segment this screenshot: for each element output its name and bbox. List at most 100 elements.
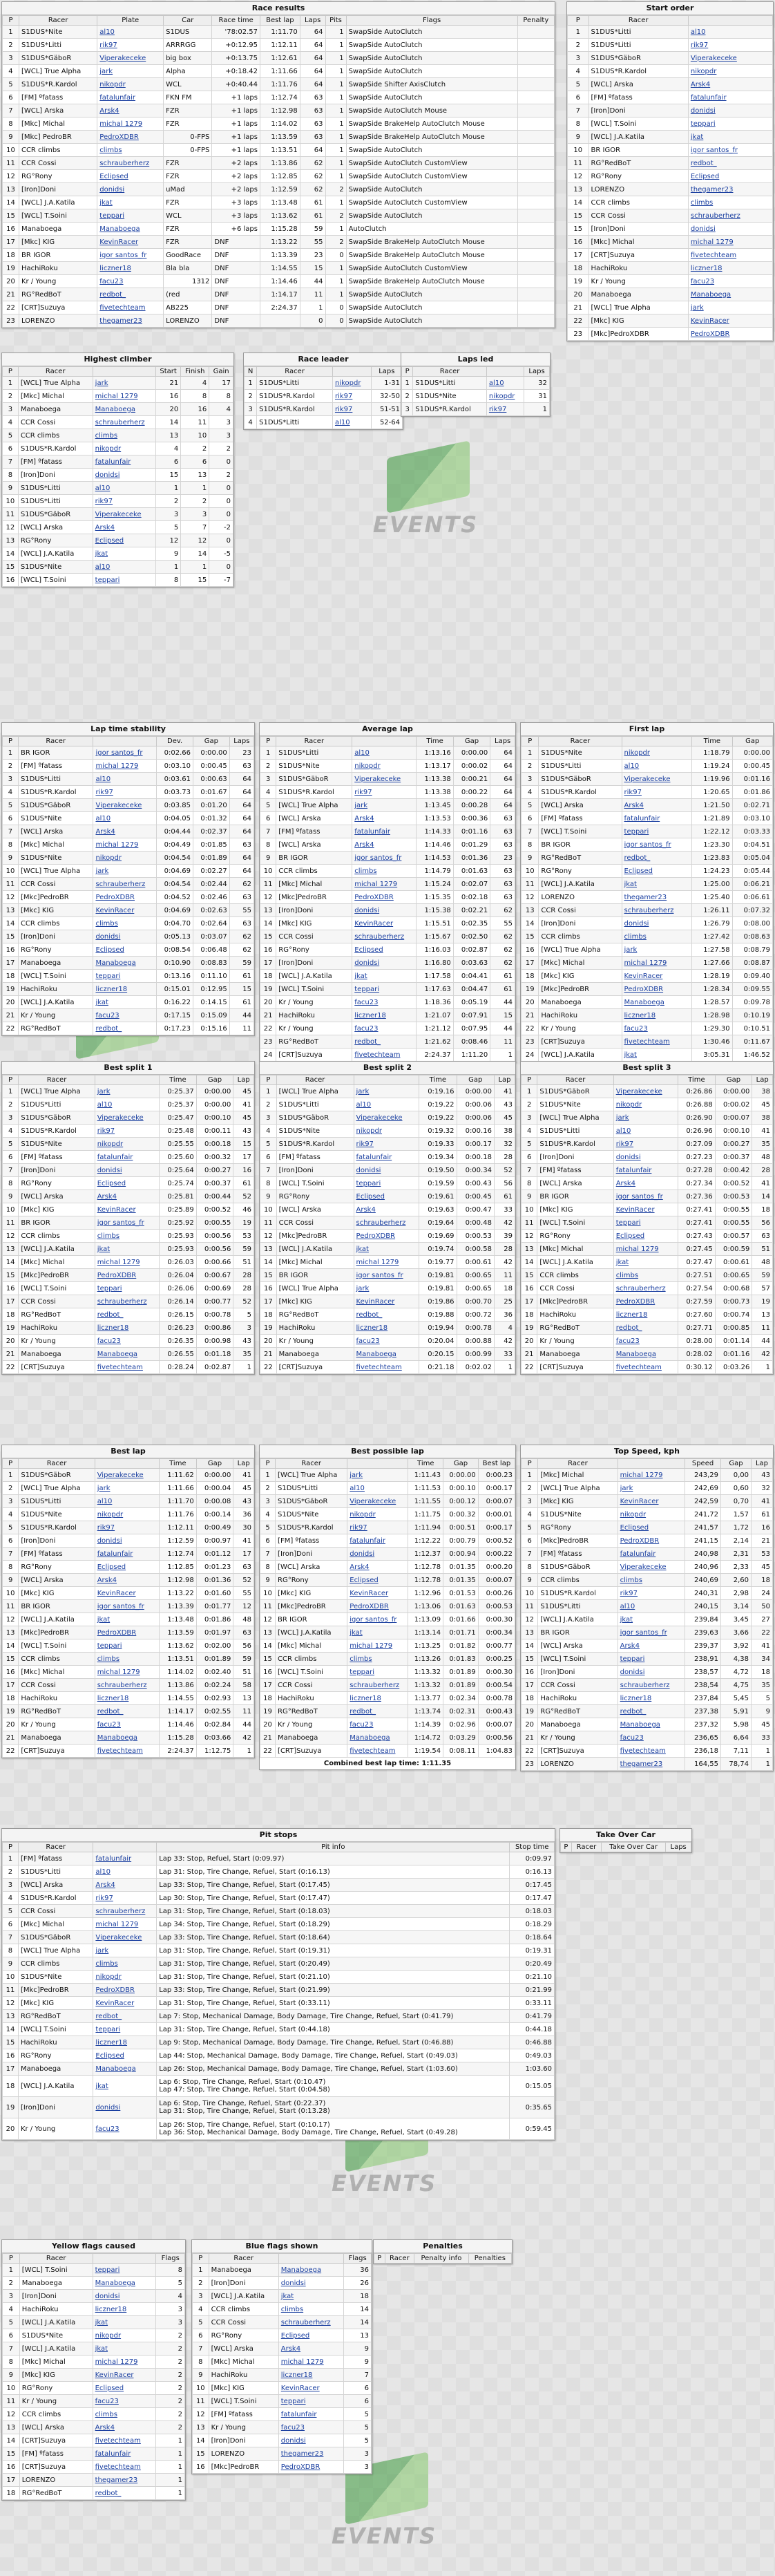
player-link[interactable]: climbs: [92, 2407, 157, 2421]
player-link[interactable]: jkat: [278, 2289, 345, 2303]
player-link[interactable]: KevinRacer: [93, 1996, 157, 2010]
player-link[interactable]: KevinRacer: [94, 1203, 160, 1216]
player-link[interactable]: facu23: [94, 1334, 160, 1348]
player-link[interactable]: nikopdr: [93, 1970, 157, 1984]
player-link[interactable]: fatalunfair: [92, 455, 156, 469]
player-link[interactable]: KevinRacer: [687, 314, 774, 328]
player-link[interactable]: PedroXDBR: [613, 1295, 679, 1308]
player-link[interactable]: climbs: [93, 916, 157, 930]
player-link[interactable]: fatalunfair: [93, 1852, 157, 1865]
player-link[interactable]: schrauberherz: [617, 1678, 686, 1692]
player-link[interactable]: facu23: [94, 1718, 160, 1731]
player-link[interactable]: al10: [92, 481, 156, 495]
player-link[interactable]: rik97: [94, 1124, 160, 1138]
player-link[interactable]: Viperakeceke: [352, 772, 417, 786]
player-link[interactable]: teppari: [92, 2263, 157, 2277]
player-link[interactable]: al10: [92, 560, 156, 574]
player-link[interactable]: Eclipsed: [613, 1229, 679, 1243]
player-link[interactable]: donidsi: [353, 1163, 420, 1177]
player-link[interactable]: schrauberherz: [93, 1904, 157, 1918]
player-link[interactable]: nikopdr: [353, 1124, 420, 1138]
player-link[interactable]: Eclipsed: [92, 2381, 157, 2395]
player-link[interactable]: teppari: [278, 2394, 345, 2408]
player-link[interactable]: schrauberherz: [93, 877, 157, 891]
player-link[interactable]: donidsi: [93, 2096, 157, 2118]
player-link[interactable]: redbot_: [94, 1308, 160, 1322]
player-link[interactable]: teppari: [352, 982, 417, 996]
player-link[interactable]: redbot_: [94, 1704, 160, 1718]
player-link[interactable]: Eclipsed: [621, 864, 693, 878]
player-link[interactable]: redbot_: [617, 1704, 686, 1718]
player-link[interactable]: jark: [613, 1111, 679, 1125]
player-link[interactable]: KevinRacer: [92, 2368, 157, 2382]
player-link[interactable]: jark: [93, 864, 157, 878]
player-link[interactable]: jkat: [687, 130, 774, 144]
player-link[interactable]: nikopdr: [352, 759, 417, 773]
player-link[interactable]: nikopdr: [97, 77, 164, 91]
player-link[interactable]: Arsk4: [347, 1560, 409, 1574]
player-link[interactable]: jkat: [92, 2342, 157, 2356]
player-link[interactable]: fivetechteam: [617, 1744, 686, 1758]
player-link[interactable]: fatalunfair: [94, 1547, 160, 1561]
player-link[interactable]: Eclipsed: [93, 943, 157, 957]
player-link[interactable]: fatalunfair: [94, 1150, 160, 1164]
player-link[interactable]: Arsk4: [97, 104, 164, 117]
player-link[interactable]: donidsi: [92, 2289, 157, 2303]
player-link[interactable]: al10: [93, 772, 157, 786]
player-link[interactable]: thegamer23: [621, 890, 693, 904]
player-link[interactable]: Arsk4: [278, 2342, 345, 2356]
player-link[interactable]: Manaboega: [92, 2276, 157, 2290]
player-link[interactable]: fatalunfair: [347, 1534, 409, 1548]
player-link[interactable]: Arsk4: [352, 838, 417, 852]
player-link[interactable]: igor santos_fr: [621, 838, 693, 852]
player-link[interactable]: PedroXDBR: [352, 890, 417, 904]
player-link[interactable]: Arsk4: [621, 798, 693, 812]
player-link[interactable]: Manaboega: [93, 2062, 157, 2076]
player-link[interactable]: fivetechteam: [97, 301, 164, 314]
player-link[interactable]: facu23: [352, 995, 417, 1009]
player-link[interactable]: al10: [353, 1098, 420, 1111]
player-link[interactable]: fivetechteam: [94, 1744, 160, 1758]
player-link[interactable]: jkat: [613, 1255, 679, 1269]
player-link[interactable]: nikopdr: [94, 1137, 160, 1151]
player-link[interactable]: liczner18: [617, 1691, 686, 1705]
player-link[interactable]: teppari: [621, 825, 693, 838]
player-link[interactable]: fivetechteam: [353, 1360, 420, 1374]
player-link[interactable]: michal 1279: [278, 2355, 345, 2369]
player-link[interactable]: nikopdr: [93, 851, 157, 865]
player-link[interactable]: Manaboega: [617, 1718, 686, 1731]
player-link[interactable]: donidsi: [278, 2276, 345, 2290]
player-link[interactable]: fivetechteam: [92, 2460, 157, 2474]
player-link[interactable]: Manaboega: [92, 402, 156, 416]
player-link[interactable]: Viperakeceke: [621, 772, 693, 786]
player-link[interactable]: facu23: [353, 1334, 420, 1348]
player-link[interactable]: redbot_: [93, 2009, 157, 2023]
player-link[interactable]: KevinRacer: [97, 235, 164, 249]
player-link[interactable]: michal 1279: [97, 117, 164, 131]
player-link[interactable]: climbs: [278, 2302, 345, 2316]
player-link[interactable]: nikopdr: [687, 64, 774, 78]
player-link[interactable]: fatalunfair: [352, 825, 417, 838]
player-link[interactable]: liczner18: [278, 2368, 345, 2382]
player-link[interactable]: schrauberherz: [97, 156, 164, 170]
player-link[interactable]: fivetechteam: [92, 2434, 157, 2447]
player-link[interactable]: igor santos_fr: [347, 1613, 409, 1626]
player-link[interactable]: fatalunfair: [278, 2407, 345, 2421]
player-link[interactable]: Viperakeceke: [617, 1560, 686, 1574]
player-link[interactable]: al10: [332, 415, 372, 429]
player-link[interactable]: liczner18: [93, 2036, 157, 2049]
player-link[interactable]: facu23: [687, 274, 774, 288]
player-link[interactable]: Eclipsed: [92, 534, 156, 547]
player-link[interactable]: rik97: [332, 389, 372, 403]
player-link[interactable]: donidsi: [352, 903, 417, 917]
player-link[interactable]: climbs: [97, 143, 164, 157]
player-link[interactable]: rik97: [352, 785, 417, 799]
player-link[interactable]: liczner18: [621, 1008, 693, 1022]
player-link[interactable]: al10: [93, 1865, 157, 1879]
player-link[interactable]: al10: [486, 376, 525, 390]
player-link[interactable]: climbs: [352, 864, 417, 878]
player-link[interactable]: jkat: [94, 1613, 160, 1626]
player-link[interactable]: jark: [353, 1084, 420, 1098]
player-link[interactable]: rik97: [97, 38, 164, 52]
player-link[interactable]: al10: [352, 746, 417, 760]
